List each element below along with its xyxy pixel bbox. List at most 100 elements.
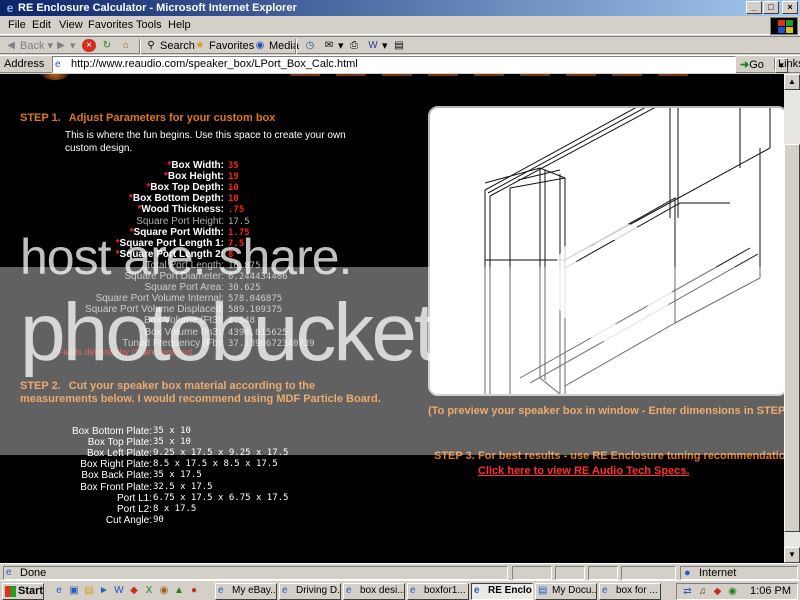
- title-bar[interactable]: e RE Enclosure Calculator - Microsoft In…: [0, 0, 800, 16]
- scroll-up-button[interactable]: ▲: [784, 74, 800, 90]
- back-button[interactable]: ◀ Back ▾: [4, 39, 53, 53]
- security-zone: ● Internet: [680, 566, 798, 580]
- cut-value: 35 x 10: [153, 437, 191, 448]
- toolbar: ◀ Back ▾ ▶ ▾ × ↻ ⌂ ⚲ Search ★ Favorites ◉ Med…: [0, 36, 800, 54]
- forward-button[interactable]: ▶ ▾: [54, 39, 75, 53]
- menu-file[interactable]: File: [8, 19, 26, 31]
- cut-value: 9.25 x 17.5 x 9.25 x 17.5: [153, 448, 289, 459]
- menu-view[interactable]: View: [59, 19, 83, 31]
- scroll-thumb[interactable]: [784, 144, 800, 532]
- taskbar-button[interactable]: e RE Enclo...: [471, 583, 533, 600]
- clock[interactable]: 1:06 PM: [750, 584, 791, 599]
- cut-label: Box Bottom Plate:: [71, 426, 152, 437]
- mail-button[interactable]: ✉ ▾: [322, 39, 344, 53]
- star-icon: ★: [195, 40, 205, 51]
- network-icon[interactable]: ⇄: [681, 585, 694, 598]
- discuss-button[interactable]: ▤: [392, 39, 408, 53]
- ie-quicklaunch-icon[interactable]: e: [52, 584, 66, 598]
- cut-row: Port L2: 8 x 17.5: [0, 504, 330, 515]
- tray-app-icon[interactable]: ◆: [711, 585, 724, 598]
- app3-quicklaunch-icon[interactable]: ▲: [172, 584, 186, 598]
- step1-intro: This is where the fun begins. Use this s…: [65, 130, 346, 154]
- volume-icon[interactable]: ♫: [696, 585, 709, 598]
- home-button[interactable]: ⌂: [119, 39, 135, 53]
- step1-header: STEP 1. Adjust Parameters for your custom…: [20, 112, 276, 124]
- media-button[interactable]: ◉ Media: [253, 39, 299, 53]
- toolbar-separator: [295, 39, 297, 54]
- discuss-icon: ▤: [394, 40, 404, 51]
- refresh-button[interactable]: ↻: [100, 39, 116, 53]
- parameter-label-text: Square Port Height:: [136, 215, 224, 227]
- print-button[interactable]: ⎙: [347, 39, 363, 53]
- taskbar-button[interactable]: e My eBay...: [215, 583, 277, 600]
- media-quicklaunch-icon[interactable]: ►: [97, 584, 111, 598]
- favorites-button[interactable]: ★ Favorites: [193, 39, 255, 53]
- cut-label: Box Top Plate:: [87, 437, 152, 449]
- aim-quicklaunch-icon[interactable]: ●: [187, 584, 201, 598]
- word-quicklaunch-icon[interactable]: W: [112, 584, 126, 598]
- status-text: Done: [20, 567, 47, 579]
- history-icon: ◷: [305, 40, 315, 51]
- app2-quicklaunch-icon[interactable]: ◉: [157, 584, 171, 598]
- parameter-label-text: Box Top Depth:: [150, 182, 224, 194]
- address-input[interactable]: e http://www.reaudio.com/speaker_box/LPo…: [52, 56, 788, 73]
- taskbar-button-label: box desi...: [360, 585, 405, 596]
- go-arrow-icon: ➜: [740, 59, 750, 71]
- taskbar-button[interactable]: e box desi...: [343, 583, 405, 600]
- cut-row: Box Front Plate: 32.5 x 17.5: [0, 482, 330, 493]
- scroll-down-button[interactable]: ▼: [784, 547, 800, 563]
- close-button[interactable]: ×: [782, 1, 798, 14]
- taskbar-button-label: boxfor1...: [424, 585, 466, 596]
- go-button[interactable]: ➜Go: [740, 58, 764, 71]
- cut-label: Port L1:: [116, 492, 152, 504]
- menu-tools[interactable]: Tools: [136, 19, 162, 31]
- links-button[interactable]: Links: [774, 58, 800, 70]
- vertical-scrollbar[interactable]: ▲ ▼: [784, 74, 800, 563]
- watermark-logo-text: photobucket: [20, 287, 437, 378]
- excel-quicklaunch-icon[interactable]: X: [142, 584, 156, 598]
- parameter-label-text: Box Width:: [171, 160, 224, 171]
- history-button[interactable]: ◷: [303, 39, 319, 53]
- cut-value: 6.75 x 17.5 x 6.75 x 17.5: [153, 492, 289, 503]
- system-tray: ⇄ ♫ ◆ ◉ 1:06 PM: [676, 583, 798, 600]
- taskbar-app-icon: e: [602, 585, 608, 596]
- taskbar-button[interactable]: e boxfor1...: [407, 583, 469, 600]
- menu-edit[interactable]: Edit: [32, 19, 51, 31]
- app-quicklaunch-icon[interactable]: ◆: [127, 584, 141, 598]
- taskbar-app-icon: ▤: [538, 585, 548, 596]
- ie-logo-icon: e: [6, 1, 14, 15]
- search-button[interactable]: ⚲ Search: [144, 39, 195, 53]
- ie-page-icon: e: [6, 567, 12, 578]
- cut-value: 35 x 17.5: [153, 470, 202, 481]
- menu-favorites[interactable]: Favorites: [88, 19, 133, 31]
- watermark-lens-icon: [553, 222, 673, 342]
- folder-quicklaunch-icon[interactable]: ▤: [82, 584, 96, 598]
- cut-value: 32.5 x 17.5: [153, 481, 213, 492]
- taskbar-button-label: RE Enclo...: [488, 585, 532, 596]
- page-icon: e: [55, 59, 61, 70]
- taskbar-button[interactable]: ▤ My Docu...: [535, 583, 597, 600]
- maximize-button[interactable]: □: [763, 1, 779, 14]
- globe-icon: ●: [684, 567, 691, 579]
- cut-label: Box Back Plate:: [81, 470, 152, 482]
- taskbar-button-label: My Docu...: [552, 585, 597, 596]
- minimize-button[interactable]: _: [746, 1, 762, 14]
- taskbar-button[interactable]: e Driving D...: [279, 583, 341, 600]
- step2-header: STEP 2. Cut your speaker box material acc…: [20, 380, 381, 405]
- start-button[interactable]: Start: [2, 583, 44, 600]
- windows-logo-icon: [770, 17, 798, 35]
- taskbar-button[interactable]: e box for ...: [599, 583, 661, 600]
- cut-value: 90: [153, 514, 164, 525]
- desktop-quicklaunch-icon[interactable]: ▣: [67, 584, 81, 598]
- menu-help[interactable]: Help: [168, 19, 191, 31]
- watermark-tagline: host are. share.: [20, 229, 352, 285]
- tech-specs-link[interactable]: Click here to view RE Audio Tech Specs.: [478, 465, 690, 477]
- status-progress-cell: [512, 566, 552, 580]
- tray-shield-icon[interactable]: ◉: [726, 585, 739, 598]
- edit-button[interactable]: W ▾: [366, 39, 387, 53]
- media-icon: ◉: [255, 40, 265, 51]
- address-label: Address: [4, 58, 45, 70]
- taskbar-app-icon: e: [474, 585, 480, 596]
- page-content: STEP 1. Adjust Parameters for your custom…: [0, 74, 784, 563]
- stop-button[interactable]: ×: [82, 39, 98, 53]
